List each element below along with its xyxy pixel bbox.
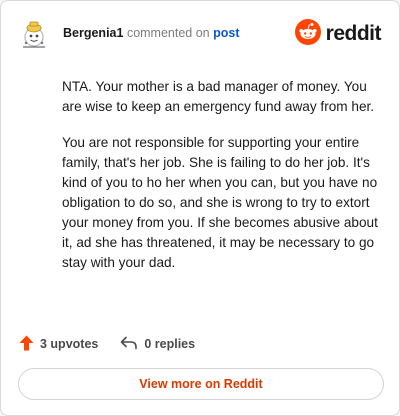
comment-header: Bergenia1 commented on post reddit [15, 15, 385, 55]
replies-count: 0 replies [144, 337, 196, 351]
reddit-wordmark: reddit [325, 22, 382, 45]
commented-on-text: commented on [126, 26, 210, 40]
view-more-on-reddit-button[interactable]: View more on Reddit [18, 368, 384, 400]
reply-arrow-icon [120, 336, 138, 353]
comment-paragraph: You are not responsible for supporting y… [62, 135, 378, 270]
comment-embed-card: Bergenia1 commented on post reddit NTA. … [0, 0, 400, 416]
reddit-logo-icon [294, 18, 321, 50]
comment-body: NTA. Your mother is a bad manager of mon… [62, 77, 380, 289]
replies-button[interactable]: 0 replies [120, 336, 195, 353]
post-link[interactable]: post [213, 26, 239, 40]
author-line: Bergenia1 commented on post [63, 26, 240, 40]
upvotes-count: 3 upvotes [40, 337, 99, 351]
reddit-logo[interactable]: reddit [294, 18, 382, 50]
upvote-arrow-icon [19, 335, 34, 354]
comment-actions: 3 upvotes 0 replies [19, 335, 217, 353]
upvotes-button[interactable]: 3 upvotes [19, 335, 98, 354]
snoo-avatar-icon[interactable] [19, 19, 49, 49]
comment-paragraph: NTA. Your mother is a bad manager of mon… [62, 79, 375, 114]
author-name[interactable]: Bergenia1 [63, 26, 123, 40]
